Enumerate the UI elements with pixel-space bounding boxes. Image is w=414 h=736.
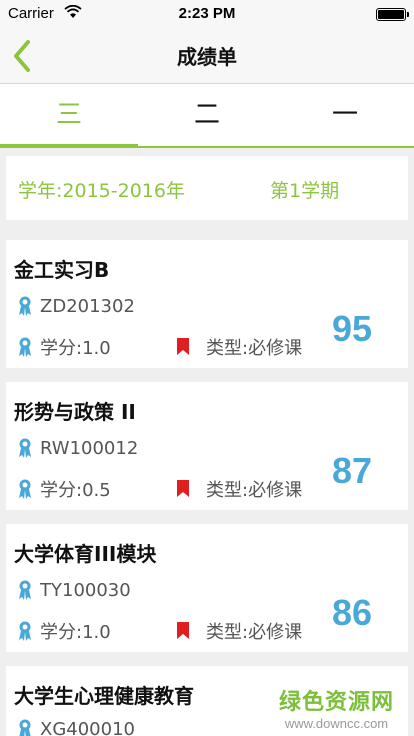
course-credit: 学分:1.0	[40, 338, 111, 359]
tab-first-year[interactable]: 一	[276, 84, 414, 146]
award-ribbon-icon	[19, 337, 31, 357]
award-ribbon-icon	[19, 621, 31, 641]
award-ribbon-icon	[19, 438, 31, 458]
term-header: 学年:2015-2016年 第1学期	[6, 156, 408, 220]
course-credit: 学分:0.5	[40, 480, 111, 501]
battery-icon	[376, 8, 409, 21]
course-score: 87	[331, 450, 372, 491]
award-ribbon-icon	[19, 296, 31, 316]
course-card[interactable]: 形势与政策 II RW100012 学分:0.5 类型:必修课 87	[6, 382, 408, 510]
course-type-row: 类型:必修课	[174, 334, 302, 360]
course-code: TY100030	[40, 579, 131, 601]
course-type: 类型:必修课	[206, 338, 303, 359]
course-type: 类型:必修课	[206, 622, 303, 643]
course-code: ZD201302	[40, 295, 135, 317]
course-code-row: TY100030	[16, 579, 131, 601]
clock-time: 2:23 PM	[178, 5, 236, 22]
course-code: RW100012	[40, 437, 139, 459]
course-type-row: 类型:必修课	[174, 476, 302, 502]
course-credit-row: 学分:1.0	[16, 334, 111, 360]
watermark-text: 绿色资源网	[278, 690, 394, 715]
status-bar: Carrier 2:23 PM	[0, 0, 414, 28]
course-code-row: RW100012	[16, 437, 138, 459]
course-credit-row: 学分:0.5	[16, 476, 111, 502]
course-code-row: XG400010	[16, 718, 135, 736]
award-ribbon-icon	[19, 580, 31, 600]
navigation-bar: 成绩单	[0, 28, 414, 84]
course-code-row: ZD201302	[16, 295, 135, 317]
course-code: XG400010	[40, 718, 135, 736]
tab-second-year[interactable]: 二	[138, 84, 276, 146]
course-type-row: 类型:必修课	[174, 618, 302, 644]
watermark: 绿色资源网 www.downcc.com	[279, 684, 394, 731]
bookmark-icon	[177, 338, 189, 355]
tab-third-year[interactable]: 三	[0, 84, 138, 148]
page-title: 成绩单	[177, 45, 237, 69]
course-name: 形势与政策 II	[14, 400, 136, 424]
year-tabs: 三 二 一	[0, 84, 414, 148]
course-name: 大学生心理健康教育	[14, 684, 194, 708]
course-type: 类型:必修课	[206, 480, 303, 501]
course-credit: 学分:1.0	[40, 622, 111, 643]
course-score: 95	[331, 308, 372, 349]
course-name: 大学体育III模块	[14, 542, 157, 566]
course-name: 金工实习B	[14, 258, 110, 282]
academic-year-label: 学年:2015-2016年	[18, 180, 185, 202]
course-card[interactable]: 大学体育III模块 TY100030 学分:1.0 类型:必修课 86	[6, 524, 408, 652]
bookmark-icon	[177, 622, 189, 639]
award-ribbon-icon	[19, 719, 31, 736]
watermark-url: www.downcc.com	[284, 716, 389, 731]
bookmark-icon	[177, 480, 189, 497]
course-score: 86	[331, 592, 372, 633]
award-ribbon-icon	[19, 479, 31, 499]
semester-label: 第1学期	[270, 180, 340, 202]
course-credit-row: 学分:1.0	[16, 618, 111, 644]
course-card[interactable]: 金工实习B ZD201302 学分:1.0 类型:必修课 95	[6, 240, 408, 368]
